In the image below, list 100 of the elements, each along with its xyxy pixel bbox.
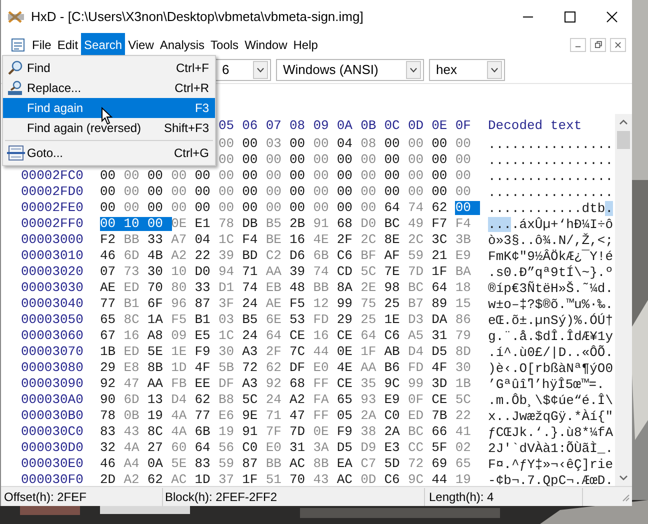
hex-byte: 00 (242, 201, 258, 215)
menu-bar-item[interactable]: Analysis (156, 33, 208, 56)
hex-byte: 48 (290, 281, 306, 295)
search-icon (7, 60, 23, 76)
hex-byte: 3C (432, 233, 448, 247)
vertical-scrollbar[interactable] (615, 114, 632, 486)
hex-byte: 64 (384, 201, 400, 215)
decoded-text: ................ (488, 170, 613, 182)
child-restore-icon[interactable] (590, 38, 606, 52)
hex-byte: 00 (455, 169, 471, 183)
hex-byte: FD (408, 361, 424, 375)
hex-byte: 00 (360, 201, 376, 215)
hex-byte: 00 (384, 153, 400, 167)
menu-item[interactable]: Goto... Ctrl+G (3, 143, 215, 163)
hex-byte: 00 (147, 169, 163, 183)
decoded-text: F¤.^ƒY‡»¬‹êÇ]rie (488, 458, 613, 470)
hex-byte: A2 (290, 393, 306, 407)
hex-byte: 00 (100, 185, 116, 199)
hex-byte: 00 (290, 153, 306, 167)
hex-byte: 6B (313, 249, 329, 263)
hex-byte: 6B (194, 425, 210, 439)
hex-byte: AF (384, 249, 400, 263)
hex-byte: ED (408, 409, 424, 423)
hex-byte: 00 (171, 185, 187, 199)
hex-byte: 64 (432, 281, 448, 295)
offset-label: 00003020 (21, 265, 84, 279)
offset-label: 00002FC0 (21, 169, 84, 183)
hex-byte: 1D (194, 473, 210, 487)
menu-item[interactable]: Replace... Ctrl+R (3, 78, 215, 98)
mouse-cursor-icon (101, 107, 113, 125)
document-icon[interactable] (11, 38, 25, 52)
hex-byte: 00 (194, 185, 210, 199)
hex-byte: 00 (194, 169, 210, 183)
hex-byte: 00 (171, 169, 187, 183)
hex-byte: 87 (242, 457, 258, 471)
hex-byte: AE (266, 297, 282, 311)
hex-byte: 39 (290, 265, 306, 279)
hex-byte: EB (266, 281, 282, 295)
hex-byte: E9 (455, 249, 471, 263)
hex-byte: 5F (432, 441, 448, 455)
hex-byte: 1E (171, 345, 187, 359)
hex-byte: 00 (290, 137, 306, 151)
menu-item[interactable]: Find again (reversed) Shift+F3 (3, 118, 215, 138)
hex-byte: 4E (313, 233, 329, 247)
hex-byte: EE (194, 377, 210, 391)
hex-byte: 43 (313, 473, 329, 487)
hex-byte: 00 (360, 169, 376, 183)
close-icon[interactable] (606, 10, 618, 22)
hex-byte: 0E (313, 425, 329, 439)
hex-byte: 00 (218, 169, 234, 183)
chevron-down-icon (406, 60, 421, 78)
window-title: HxD - [C:\Users\X3non\Desktop\vbmeta\vbmeta-sign.img] (31, 8, 364, 26)
hex-byte: 8E (384, 233, 400, 247)
resize-grip-icon[interactable] (620, 492, 630, 502)
menu-bar-item[interactable]: Window (242, 33, 290, 56)
hex-byte: 13 (147, 393, 163, 407)
hex-byte: 0D (360, 473, 376, 487)
hex-byte: 00 (432, 153, 448, 167)
menu-bar-item[interactable]: View (125, 33, 157, 56)
decoded-text: ....áxÛµ+‘hÐ¼I÷ô (488, 218, 613, 230)
hex-byte: BB (313, 281, 329, 295)
hex-byte: 00 (384, 137, 400, 151)
dropdown-field[interactable]: hex (429, 58, 505, 80)
hex-byte: 00 (290, 185, 306, 199)
hex-byte: C7 (360, 457, 376, 471)
menu-bar-item[interactable]: Tools (208, 33, 242, 56)
hex-byte: 73 (124, 265, 140, 279)
menu-bar-item[interactable]: Help (290, 33, 321, 56)
hex-byte: ED (124, 345, 140, 359)
menu-bar-item[interactable]: File (29, 33, 54, 56)
dropdown-field[interactable]: Windows (ANSI) (276, 58, 424, 80)
maximize-icon[interactable] (564, 10, 576, 22)
menu-bar-item[interactable]: Edit (54, 33, 82, 56)
offset-label: 00002FD0 (21, 185, 84, 199)
hex-byte: 22 (194, 249, 210, 263)
chevron-down-icon (487, 60, 502, 78)
decoded-text: ................ (488, 138, 613, 150)
hex-byte: 00 (336, 153, 352, 167)
menu-bar-item[interactable]: Search (81, 33, 126, 56)
chevron-down-icon (253, 60, 268, 78)
hex-byte: 59 (408, 249, 424, 263)
hex-byte: CE (336, 329, 352, 343)
hex-byte: D0 (360, 217, 376, 231)
hex-byte: 49 (408, 217, 424, 231)
hex-byte: 62 (194, 393, 210, 407)
hex-byte: 46 (100, 249, 116, 263)
hex-byte: B5 (266, 217, 282, 231)
hex-byte: 2C (360, 233, 376, 247)
hex-byte: 74 (408, 201, 424, 215)
hex-byte: 00 (171, 201, 187, 215)
hex-byte: 00 (408, 153, 424, 167)
hex-byte: F9 (336, 425, 352, 439)
column-header: 08 (290, 118, 306, 134)
hex-byte: DF (218, 377, 234, 391)
hex-byte: 43 (124, 425, 140, 439)
child-close-icon[interactable] (610, 38, 626, 52)
hex-byte: 7D (408, 265, 424, 279)
hex-byte: 19 (218, 425, 234, 439)
hex-byte: 00 (194, 201, 210, 215)
scrollbar-thumb[interactable] (617, 131, 630, 149)
